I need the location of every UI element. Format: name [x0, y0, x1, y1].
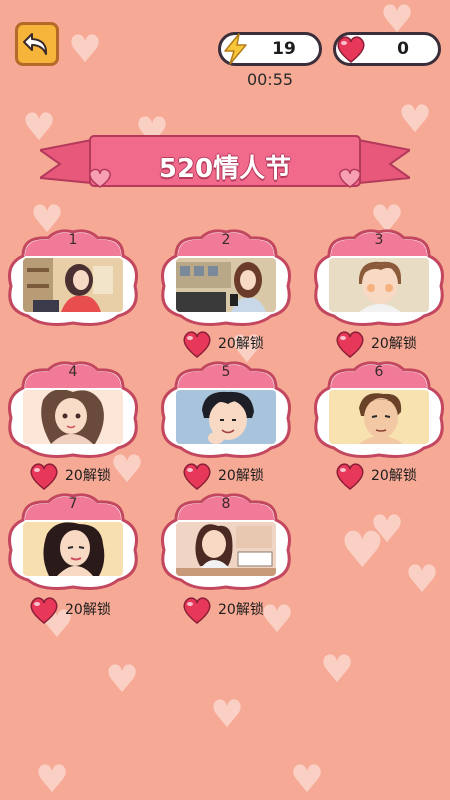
level-card-2[interactable]: 2 — [156, 228, 296, 328]
unlock-cost-5[interactable]: 20解锁 — [180, 458, 264, 492]
level-card-5[interactable]: 5 — [156, 360, 296, 460]
unlock-label: 20解锁 — [218, 336, 264, 352]
heart-icon — [30, 597, 58, 624]
event-banner: 520情人节 — [37, 128, 413, 200]
level-card-4[interactable]: 4 — [3, 360, 143, 460]
level-number: 2 — [221, 232, 231, 248]
bg-heart-icon: ♥ — [370, 507, 405, 551]
level-number: 7 — [68, 496, 78, 512]
bg-heart-icon: ♥ — [290, 757, 325, 800]
heart-icon — [183, 597, 211, 624]
boy-smile-icon — [176, 390, 276, 444]
countdown-timer: 00:55 — [246, 70, 294, 89]
bg-heart-icon: ♥ — [320, 647, 355, 691]
unlock-label: 20解锁 — [218, 468, 264, 484]
heart-icon — [30, 463, 58, 490]
unlock-label: 20解锁 — [218, 602, 264, 618]
energy-value: 19 — [272, 39, 296, 59]
level-card-6[interactable]: 6 — [309, 360, 449, 460]
level-number: 1 — [68, 232, 78, 248]
unlock-cost-2[interactable]: 20解锁 — [180, 326, 264, 360]
woman-portrait-icon — [23, 522, 123, 576]
level-number: 8 — [221, 496, 231, 512]
unlock-cost-3[interactable]: 20解锁 — [333, 326, 417, 360]
level-number: 4 — [68, 364, 78, 380]
level-number: 3 — [374, 232, 384, 248]
banner-title: 520情人节 — [158, 154, 292, 184]
unlock-cost-4[interactable]: 20解锁 — [27, 458, 111, 492]
bg-heart-icon: ♥ — [260, 597, 295, 641]
unlock-cost-8[interactable]: 20解锁 — [180, 592, 264, 626]
heart-icon — [336, 331, 364, 358]
unlock-label: 20解锁 — [371, 468, 417, 484]
hearts-counter: 0 — [333, 32, 441, 66]
boy-blush-icon — [329, 258, 429, 312]
level-number: 6 — [374, 364, 384, 380]
level-card-7[interactable]: 7 — [3, 492, 143, 592]
unlock-cost-7[interactable]: 20解锁 — [27, 592, 111, 626]
unlock-cost-6[interactable]: 20解锁 — [333, 458, 417, 492]
level-card-3[interactable]: 3 — [309, 228, 449, 328]
bg-heart-icon: ♥ — [68, 27, 103, 71]
heart-icon — [183, 463, 211, 490]
back-button[interactable] — [15, 22, 59, 66]
lightning-icon — [224, 33, 247, 65]
bg-heart-icon: ♥ — [35, 757, 70, 800]
level-card-8[interactable]: 8 — [156, 492, 296, 592]
heart-icon — [183, 331, 211, 358]
unlock-label: 20解锁 — [65, 602, 111, 618]
unlock-label: 20解锁 — [371, 336, 417, 352]
girl-portrait-icon — [23, 390, 123, 444]
heart-icon — [336, 463, 364, 490]
hearts-value: 0 — [397, 39, 409, 59]
girl-laptop-icon — [23, 258, 123, 312]
level-number: 5 — [221, 364, 231, 380]
bg-heart-icon: ♥ — [405, 557, 440, 601]
girl-desk-icon — [176, 522, 276, 576]
bg-heart-icon: ♥ — [210, 692, 245, 736]
bg-heart-icon: ♥ — [340, 521, 385, 579]
bg-heart-icon: ♥ — [105, 657, 140, 701]
level-card-1[interactable]: 1 — [3, 228, 143, 328]
unlock-label: 20解锁 — [65, 468, 111, 484]
girl-phone-icon — [176, 258, 276, 312]
man-portrait-icon — [329, 390, 429, 444]
heart-icon — [337, 36, 365, 63]
energy-counter: 19 — [218, 32, 322, 66]
back-arrow-icon — [23, 33, 48, 55]
